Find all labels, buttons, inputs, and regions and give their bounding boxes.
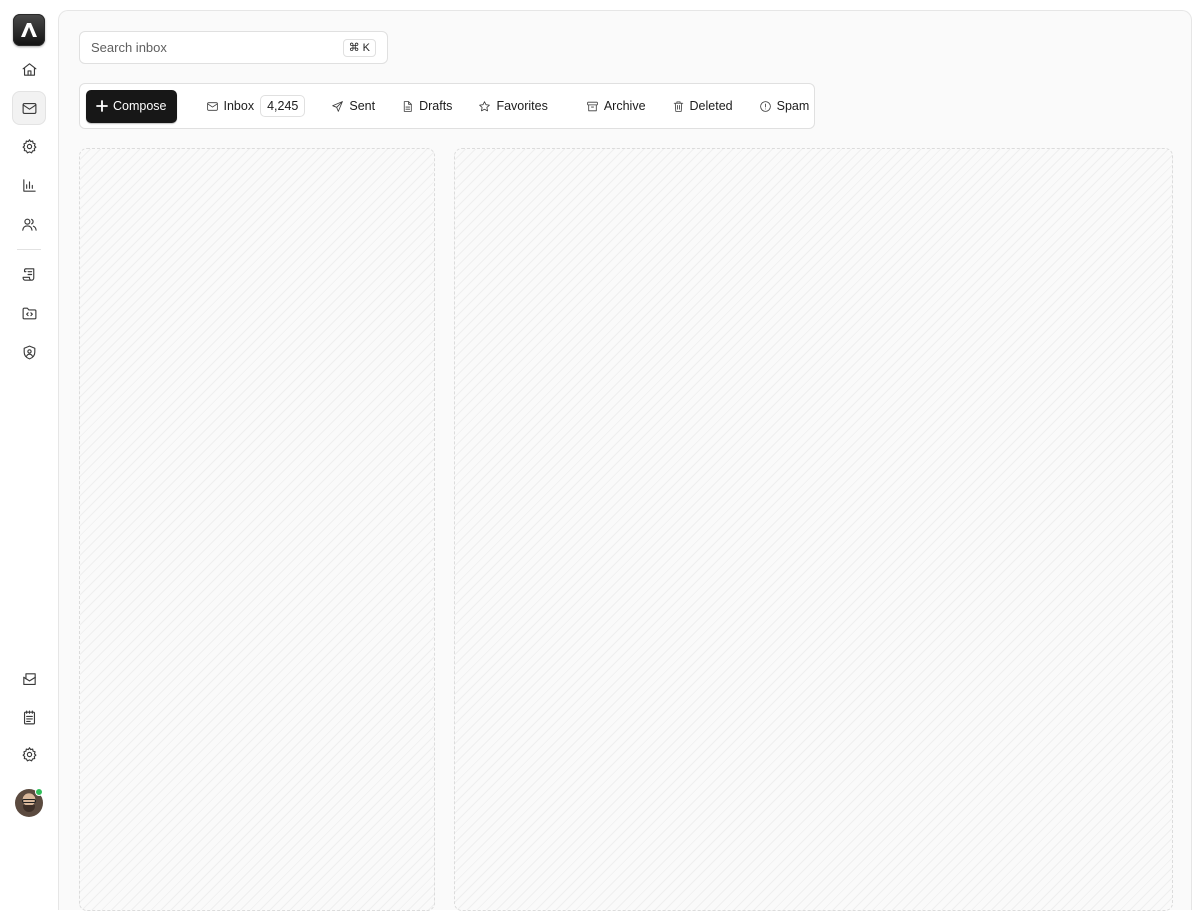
send-icon [332,100,344,112]
star-icon [479,100,491,111]
settings-icon [22,746,36,761]
notepad-icon [23,710,35,724]
sidebar-item-scripts[interactable] [12,257,46,291]
tab-spam[interactable]: Spam [750,91,819,121]
folder-code-icon [22,307,36,319]
main-panel: Search inbox ⌘ K Compose Inbox 4,245 Sen… [58,10,1192,911]
mail-open-icon [22,672,36,685]
tab-label: Inbox [223,99,255,113]
message-detail-panel [454,148,1173,911]
bar-chart-icon [22,178,36,192]
sidebar-rail [0,0,58,900]
tab-sent[interactable]: Sent [322,91,384,121]
message-list-panel [79,148,435,911]
tab-label: Archive [603,99,646,113]
tab-label: Sent [349,99,376,113]
archive-icon [587,101,598,111]
users-icon [21,218,37,231]
tab-label: Deleted [689,99,733,113]
sidebar-item-users[interactable] [12,207,46,241]
sidebar-item-home[interactable] [12,52,46,86]
mail-toolbar: Compose Inbox 4,245 Sent Drafts Favorite… [79,83,815,129]
tab-label: Favorites [496,99,548,113]
tab-favorites[interactable]: Favorites [469,91,556,121]
alert-circle-icon [759,100,771,112]
tab-inbox[interactable]: Inbox 4,245 [197,91,315,121]
shield-user-icon [23,345,35,359]
sidebar-item-analytics[interactable] [12,168,46,202]
online-status-dot [35,788,43,796]
app-logo[interactable] [13,14,45,46]
plus-icon [96,100,108,112]
mail-icon [206,101,218,111]
compose-button[interactable]: Compose [86,89,177,123]
search-placeholder: Search inbox [91,40,167,55]
sidebar-divider [17,249,41,250]
compose-label: Compose [113,99,167,113]
sidebar-item-messages[interactable] [12,662,46,696]
user-avatar[interactable] [15,788,43,817]
trash-icon [673,100,683,112]
home-icon [22,62,36,76]
tab-label: Spam [776,99,810,113]
scroll-icon [22,267,34,281]
mail-icon [22,102,36,114]
avatar-glasses [22,799,36,803]
tab-drafts[interactable]: Drafts [392,91,461,121]
tab-archive[interactable]: Archive [577,91,655,121]
avatar-beard [23,805,35,812]
sidebar-item-security[interactable] [12,335,46,369]
sidebar-item-preferences[interactable] [12,737,46,771]
sidebar-item-mail[interactable] [12,91,46,125]
shortcut-badge: ⌘ K [342,38,376,57]
settings-icon [22,138,36,153]
search-input[interactable]: Search inbox ⌘ K [79,31,388,64]
sidebar-item-code-folder[interactable] [12,296,46,330]
sidebar-item-notes[interactable] [12,700,46,734]
file-icon [403,100,412,112]
logo-mark-icon [21,23,37,37]
inbox-count-badge: 4,245 [260,95,306,117]
tab-label: Drafts [419,99,453,113]
tab-deleted[interactable]: Deleted [663,91,742,121]
sidebar-item-settings[interactable] [12,129,46,163]
